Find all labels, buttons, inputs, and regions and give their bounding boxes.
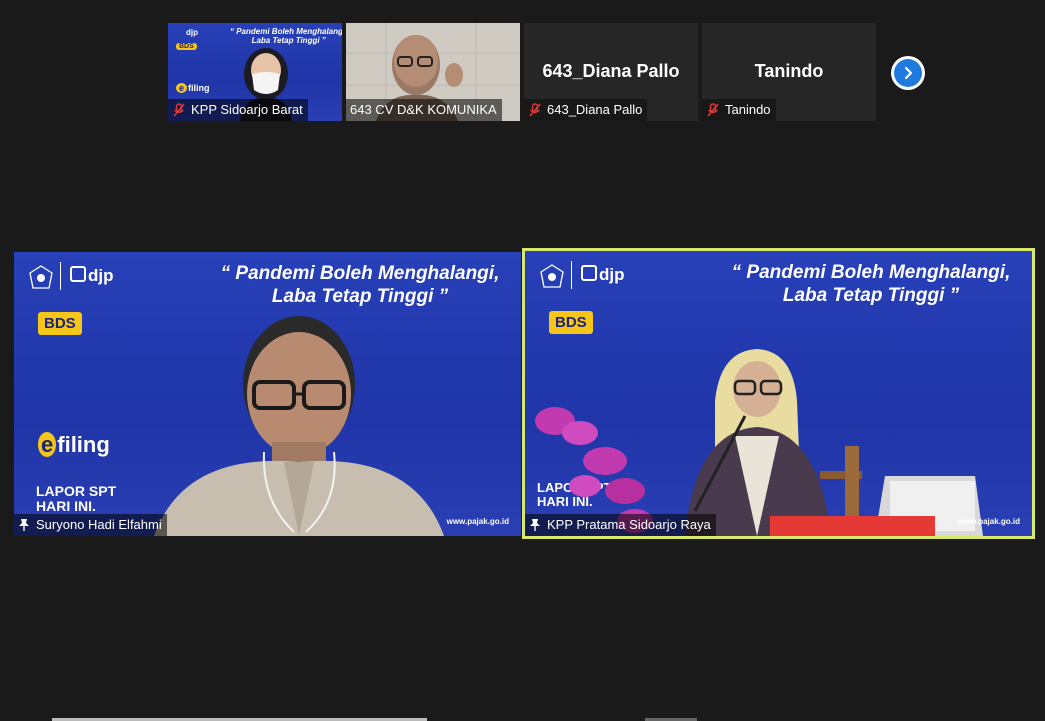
participant-display-name: 643_Diana Pallo: [542, 61, 680, 81]
participant-display-name: Tanindo: [754, 61, 824, 81]
thumb-tanindo[interactable]: Tanindo Tanindo: [702, 23, 876, 121]
djp-logo: djp: [186, 28, 198, 37]
mic-muted-icon: [707, 103, 719, 117]
participant-name-tag: 643 CV D&K KOMUNIKA: [346, 99, 502, 121]
djp-logo: djp: [581, 265, 625, 285]
bds-badge: BDS: [549, 311, 593, 334]
participant-name-tag: Suryono Hadi Elfahmi: [14, 514, 167, 536]
site-url: www.pajak.go.id: [446, 517, 509, 526]
divider: [571, 261, 572, 289]
bds-badge: BDS: [38, 312, 82, 335]
djp-logo: djp: [70, 266, 114, 286]
participant-name-tag: KPP Sidoarjo Barat: [168, 99, 308, 121]
divider: [60, 262, 61, 290]
lapor-spt-text: LAPOR SPTHARI INI.: [36, 483, 117, 514]
mic-muted-icon: [173, 103, 185, 117]
participant-video: [154, 316, 444, 536]
participant-name-tag: KPP Pratama Sidoarjo Raya: [525, 514, 716, 536]
next-page-button[interactable]: [891, 56, 925, 90]
mic-muted-icon: [529, 103, 541, 117]
participant-name-tag: Tanindo: [702, 99, 776, 121]
kemenkeu-emblem-icon: [540, 264, 564, 288]
video-tile-kpp-pratama[interactable]: djp “ Pandemi Boleh Menghalangi, Laba Tet…: [522, 248, 1035, 539]
bds-badge: BDS: [176, 43, 197, 50]
thumb-diana-pallo[interactable]: 643_Diana Pallo 643_Diana Pallo: [524, 23, 698, 121]
kemenkeu-emblem-icon: [29, 265, 53, 289]
banner-title: “ Pandemi Boleh Menghalangi, Laba Tetap T…: [731, 262, 1011, 306]
efiling-logo: e filing: [176, 83, 210, 93]
thumb-kpp-sidoarjo-barat[interactable]: djp “ Pandemi Boleh Menghalangi, Laba Tet…: [168, 23, 342, 121]
chevron-right-icon: [904, 66, 913, 80]
pin-icon: [19, 519, 29, 531]
efiling-logo: e filing: [38, 432, 110, 458]
participant-video: [685, 349, 983, 536]
pin-icon: [530, 519, 540, 531]
thumb-cv-dk-komunika[interactable]: 643 CV D&K KOMUNIKA: [346, 23, 520, 121]
site-url: www.pajak.go.id: [957, 517, 1020, 526]
participant-name-tag: 643_Diana Pallo: [524, 99, 648, 121]
video-tile-suryono[interactable]: djp “ Pandemi Boleh Menghalangi, Laba Tet…: [14, 252, 521, 536]
